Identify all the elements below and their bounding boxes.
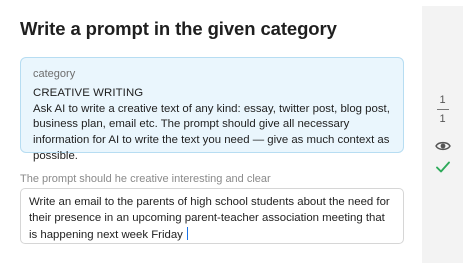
- category-label: category: [33, 68, 76, 80]
- prompt-hint: The prompt should he creative interestin…: [20, 173, 271, 185]
- page-title: Write a prompt in the given category: [20, 18, 337, 39]
- check-icon: [436, 161, 450, 173]
- progress-total: 1: [439, 113, 446, 125]
- task-page: Write a prompt in the given category cat…: [0, 0, 474, 263]
- category-description: Ask AI to write a creative text of any k…: [33, 102, 390, 162]
- prompt-textarea[interactable]: Write an email to the parents of high sc…: [20, 188, 404, 244]
- prompt-text[interactable]: Write an email to the parents of high sc…: [29, 196, 390, 241]
- category-card: category CREATIVE WRITING Ask AI to writ…: [20, 57, 404, 162]
- eye-icon[interactable]: [435, 140, 451, 152]
- text-caret: [186, 226, 189, 240]
- progress-current: 1: [439, 94, 446, 106]
- right-sidebar: 1 1: [422, 6, 463, 263]
- task-main: Write a prompt in the given category cat…: [20, 0, 406, 263]
- category-title: CREATIVE WRITING: [33, 87, 144, 99]
- fraction-divider: [436, 109, 449, 110]
- progress-counter: 1 1: [422, 94, 463, 126]
